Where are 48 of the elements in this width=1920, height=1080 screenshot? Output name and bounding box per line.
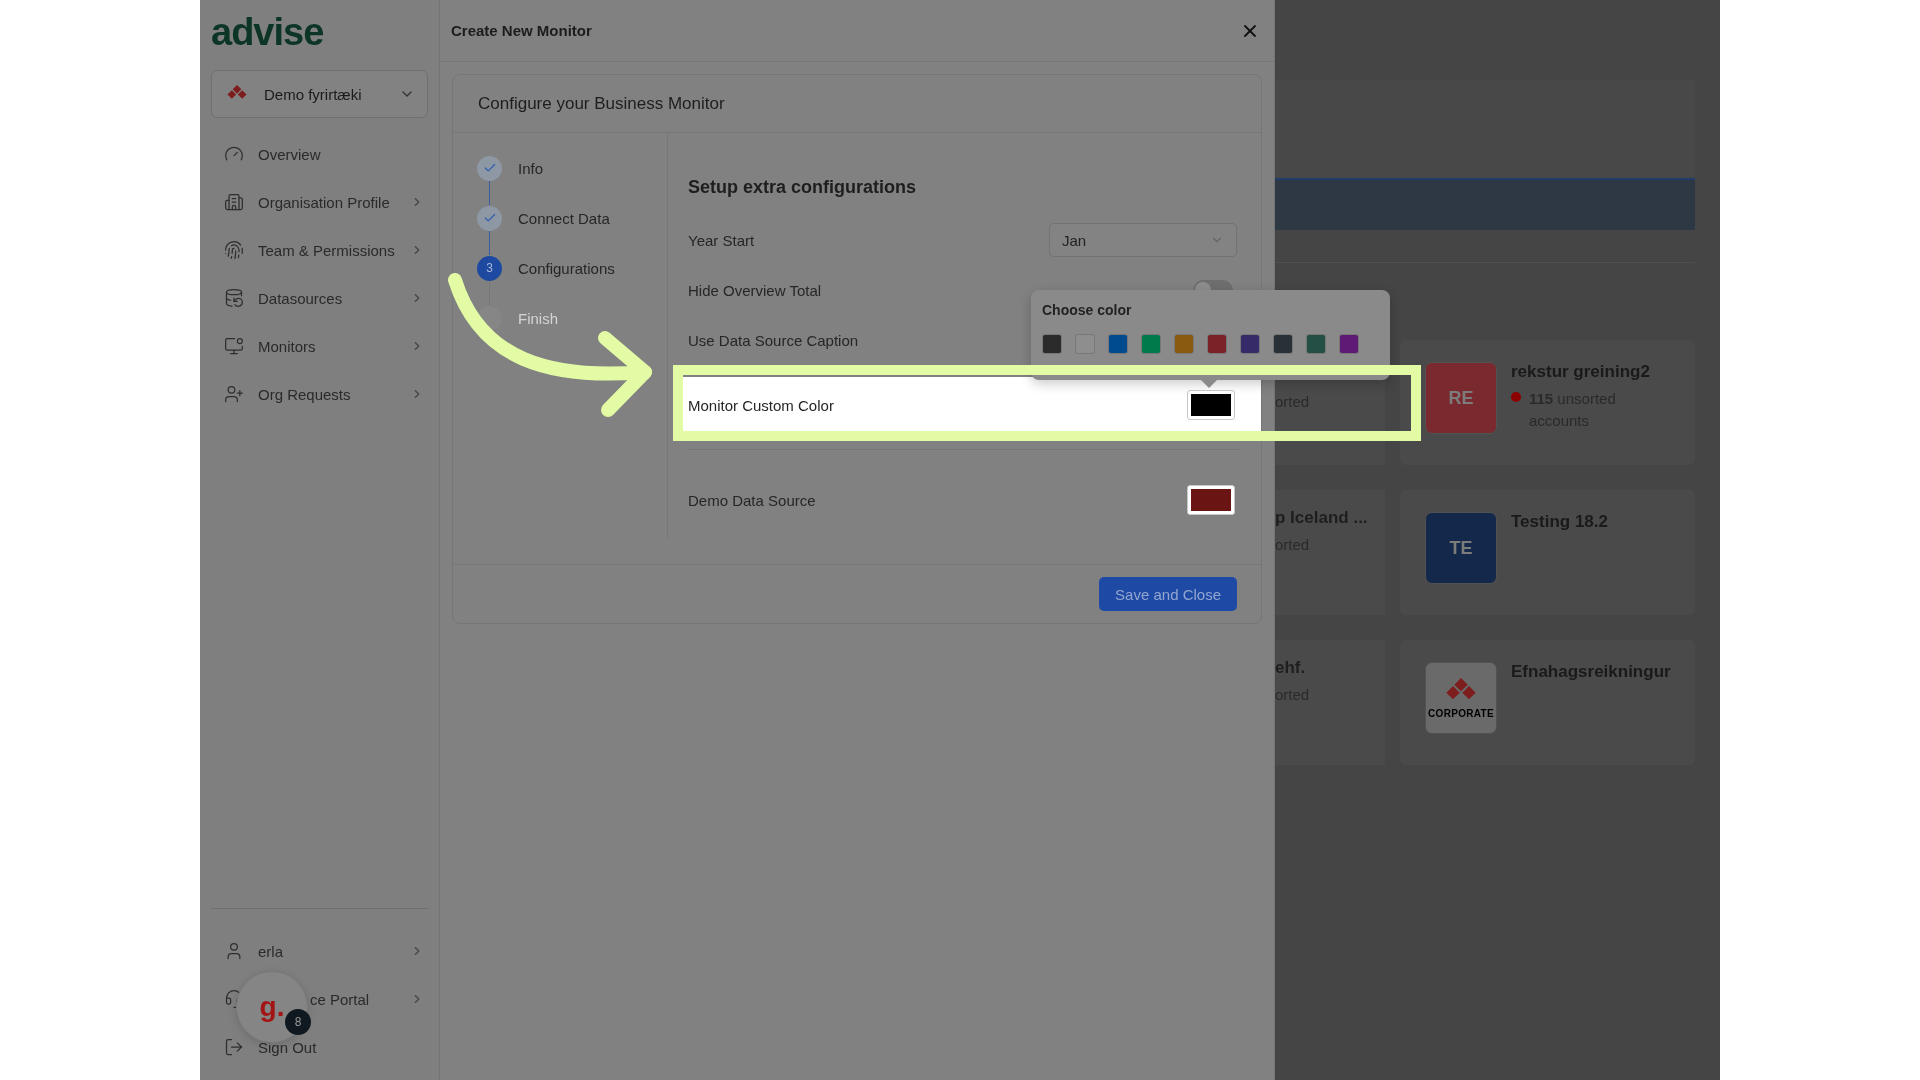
setting-label: Year Start — [688, 231, 755, 249]
year-start-select[interactable]: Jan — [1049, 223, 1237, 257]
step-indicator: 3 — [477, 255, 502, 281]
color-swatch[interactable] — [1306, 334, 1326, 354]
setting-label: Hide Overview Total — [688, 281, 822, 299]
nav-link[interactable]: Org Requests — [258, 385, 351, 403]
color-swatch[interactable] — [1108, 334, 1128, 354]
logout-icon — [224, 1037, 244, 1057]
nav-link[interactable]: erla — [258, 942, 283, 960]
check-icon — [482, 161, 497, 175]
fingerprint-icon — [224, 240, 244, 260]
setting-label: Demo Data Source — [688, 491, 816, 509]
nav-link[interactable]: Datasources — [258, 289, 343, 307]
color-swatch[interactable] — [1207, 334, 1227, 354]
color-swatch[interactable] — [1273, 334, 1293, 354]
logo: advise — [211, 10, 325, 55]
monitor-icon — [224, 336, 244, 356]
color-swatch[interactable] — [1042, 334, 1062, 354]
popover-title: Choose color — [1042, 302, 1133, 318]
user-plus-icon — [224, 384, 244, 404]
step-label: Configurations — [518, 259, 615, 277]
logo-tile: CORPORATE — [1425, 662, 1497, 734]
step-label: Info — [518, 159, 544, 177]
color-swatch[interactable] — [1240, 334, 1260, 354]
color-swatch[interactable] — [1339, 334, 1359, 354]
color-picker-button[interactable] — [1187, 485, 1235, 515]
nav-link[interactable]: Organisation Profile — [258, 193, 390, 211]
step-label: Finish — [518, 309, 558, 327]
section-title: Setup extra configurations — [688, 177, 918, 199]
color-picker-button[interactable] — [1187, 390, 1235, 420]
setting-label: Monitor Custom Color — [688, 396, 834, 414]
nav-link[interactable]: Team & Permissions — [258, 241, 395, 259]
initials-tile: TE — [1425, 512, 1497, 584]
nav-link[interactable]: Monitors — [258, 337, 316, 355]
step-label: Connect Data — [518, 209, 610, 227]
building-icon — [224, 192, 244, 212]
card-title: Configure your Business Monitor — [453, 75, 1261, 133]
save-button[interactable]: Save and Close — [1099, 577, 1237, 611]
setting-label: Use Data Source Caption — [688, 331, 859, 349]
company-select[interactable]: Demo fyrirtæki — [211, 70, 428, 118]
modal-title: Create New Monitor — [451, 22, 592, 39]
check-icon — [482, 211, 497, 225]
initials-tile: RE — [1425, 362, 1497, 434]
color-swatch[interactable] — [1141, 334, 1161, 354]
nav-link[interactable]: ce Portal — [310, 990, 370, 1008]
nav-link[interactable]: Overview — [258, 145, 321, 163]
database-icon — [224, 288, 244, 308]
color-swatch[interactable] — [1174, 334, 1194, 354]
